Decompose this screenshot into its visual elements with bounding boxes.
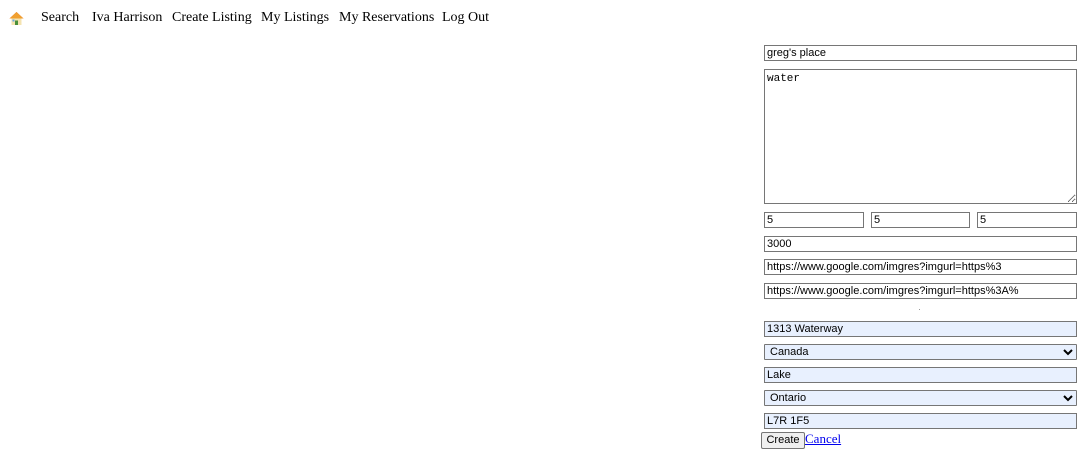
number-field-2[interactable] [871, 212, 970, 228]
home-icon[interactable] [9, 11, 24, 26]
postal-code-input[interactable] [764, 413, 1077, 429]
nav-create-listing-link[interactable]: Create Listing [172, 10, 252, 26]
image-url-input-1[interactable] [764, 259, 1077, 275]
description-textarea[interactable]: water [764, 69, 1077, 204]
street-address-input[interactable] [764, 321, 1077, 337]
cancel-link[interactable]: Cancel [805, 431, 841, 447]
top-navigation: Search Iva Harrison Create Listing My Li… [0, 0, 1089, 36]
number-field-3[interactable] [977, 212, 1077, 228]
title-input[interactable] [764, 45, 1077, 61]
number-field-1[interactable] [764, 212, 864, 228]
province-select[interactable]: Ontario [764, 390, 1077, 406]
city-input[interactable] [764, 367, 1077, 383]
nav-log-out-link[interactable]: Log Out [442, 10, 489, 26]
separator-dot [919, 309, 920, 310]
nav-user-name-link[interactable]: Iva Harrison [92, 10, 162, 26]
country-select[interactable]: Canada [764, 344, 1077, 360]
nav-my-reservations-link[interactable]: My Reservations [339, 10, 434, 26]
nav-my-listings-link[interactable]: My Listings [261, 10, 329, 26]
price-input[interactable] [764, 236, 1077, 252]
nav-search-link[interactable]: Search [41, 10, 79, 26]
create-button[interactable]: Create [761, 432, 805, 449]
image-url-input-2[interactable] [764, 283, 1077, 299]
